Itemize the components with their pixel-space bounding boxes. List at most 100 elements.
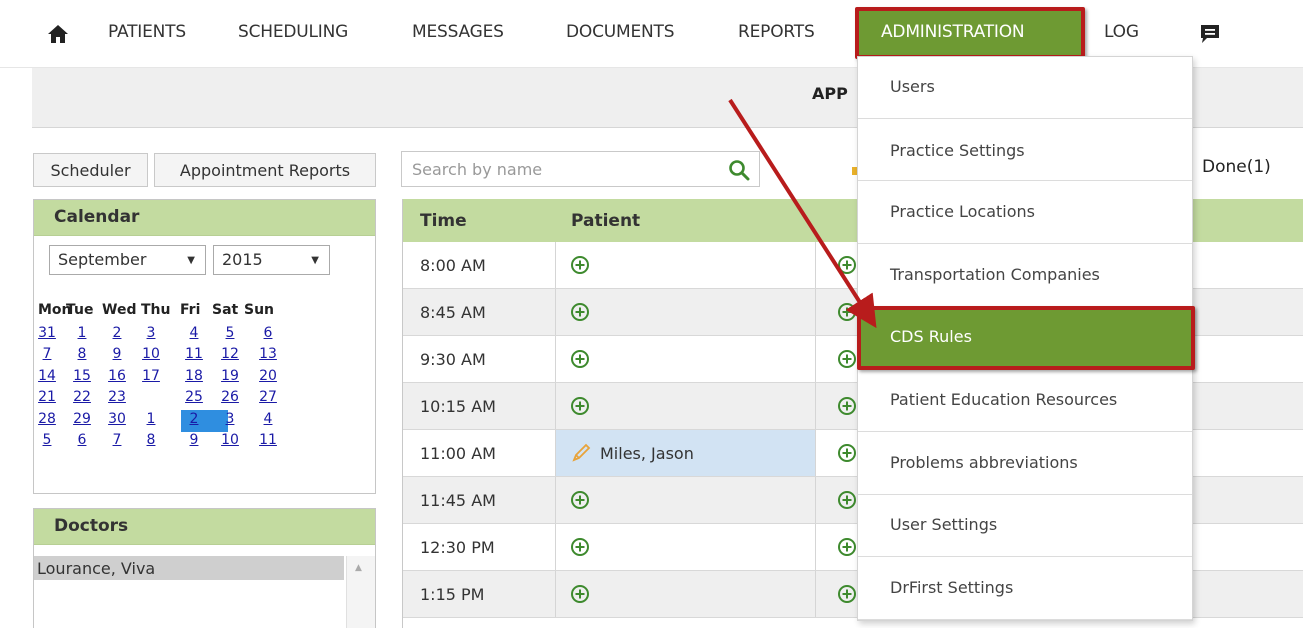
- nav-reports[interactable]: REPORTS: [738, 22, 815, 42]
- calendar-weekday: Sun: [244, 302, 275, 318]
- calendar-day[interactable]: 1: [138, 411, 164, 427]
- calendar-day[interactable]: 7: [104, 432, 130, 448]
- calendar-day[interactable]: 11: [255, 432, 281, 448]
- add-appointment-icon[interactable]: [570, 302, 590, 322]
- pencil-icon[interactable]: [570, 442, 592, 464]
- add-appointment-icon[interactable]: [837, 396, 857, 416]
- calendar-day[interactable]: 3: [217, 411, 243, 427]
- menu-item-drfirst-settings[interactable]: DrFirst Settings: [858, 558, 1192, 620]
- calendar-day[interactable]: 15: [69, 368, 95, 384]
- appointment-time: 12:30 PM: [420, 538, 495, 557]
- calendar-day[interactable]: 24: [138, 389, 164, 405]
- add-appointment-icon[interactable]: [570, 584, 590, 604]
- add-appointment-icon[interactable]: [570, 537, 590, 557]
- add-appointment-icon[interactable]: [570, 349, 590, 369]
- calendar-day[interactable]: 22: [69, 389, 95, 405]
- home-icon[interactable]: [47, 24, 69, 44]
- appointment-time: 1:15 PM: [420, 585, 485, 604]
- calendar-day[interactable]: 23: [104, 389, 130, 405]
- nav-documents[interactable]: DOCUMENTS: [566, 22, 674, 42]
- calendar-day[interactable]: 11: [181, 346, 207, 362]
- calendar-day[interactable]: 25: [181, 389, 207, 405]
- menu-item-cds-rules[interactable]: CDS Rules: [857, 306, 1195, 370]
- calendar-day[interactable]: 31: [34, 325, 60, 341]
- chevron-down-icon: ▼: [187, 255, 195, 266]
- add-appointment-icon[interactable]: [570, 490, 590, 510]
- calendar-day[interactable]: 4: [255, 411, 281, 427]
- appointment-reports-button[interactable]: Appointment Reports: [154, 153, 376, 187]
- patient-cell[interactable]: [555, 383, 816, 429]
- add-appointment-icon[interactable]: [837, 584, 857, 604]
- patient-cell[interactable]: [555, 571, 816, 617]
- calendar-day[interactable]: 16: [104, 368, 130, 384]
- nav-administration[interactable]: ADMINISTRATION: [855, 7, 1085, 59]
- add-appointment-icon[interactable]: [837, 537, 857, 557]
- calendar-weekday: Wed: [102, 302, 137, 318]
- menu-item-problems-abbreviations[interactable]: Problems abbreviations: [858, 433, 1192, 495]
- add-appointment-icon[interactable]: [837, 349, 857, 369]
- calendar-day[interactable]: 8: [69, 346, 95, 362]
- patient-cell[interactable]: [555, 524, 816, 570]
- menu-item-patient-education-resources[interactable]: Patient Education Resources: [858, 370, 1192, 432]
- calendar-day[interactable]: 20: [255, 368, 281, 384]
- calendar-day[interactable]: 17: [138, 368, 164, 384]
- patient-name[interactable]: Miles, Jason: [600, 444, 694, 463]
- done-count[interactable]: Done(1): [1202, 157, 1271, 177]
- calendar-day[interactable]: 21: [34, 389, 60, 405]
- calendar-day[interactable]: 6: [255, 325, 281, 341]
- doctor-list-item[interactable]: Lourance, Viva: [34, 556, 344, 580]
- menu-item-practice-settings[interactable]: Practice Settings: [858, 119, 1192, 181]
- calendar-day[interactable]: 12: [217, 346, 243, 362]
- patient-cell[interactable]: [555, 336, 816, 382]
- calendar-day[interactable]: 14: [34, 368, 60, 384]
- patient-cell[interactable]: Miles, Jason: [555, 430, 816, 476]
- menu-item-practice-locations[interactable]: Practice Locations: [858, 182, 1192, 244]
- calendar-day[interactable]: 30: [104, 411, 130, 427]
- add-appointment-icon[interactable]: [837, 443, 857, 463]
- appointment-time: 11:45 AM: [420, 491, 496, 510]
- appointment-time: 8:00 AM: [420, 256, 486, 275]
- appointment-time: 10:15 AM: [420, 397, 496, 416]
- menu-item-users[interactable]: Users: [858, 57, 1192, 119]
- scroll-up-icon[interactable]: ▲: [355, 563, 362, 573]
- year-select[interactable]: 2015 ▼: [213, 245, 330, 275]
- calendar-day[interactable]: 28: [34, 411, 60, 427]
- calendar-day[interactable]: 29: [69, 411, 95, 427]
- calendar-day[interactable]: 9: [104, 346, 130, 362]
- calendar-day[interactable]: 2: [181, 411, 207, 427]
- calendar-day[interactable]: 9: [181, 432, 207, 448]
- calendar-day[interactable]: 1: [69, 325, 95, 341]
- nav-patients[interactable]: PATIENTS: [108, 22, 186, 42]
- calendar-day[interactable]: 27: [255, 389, 281, 405]
- nav-scheduling[interactable]: SCHEDULING: [238, 22, 348, 42]
- calendar-day[interactable]: 8: [138, 432, 164, 448]
- calendar-day[interactable]: 10: [138, 346, 164, 362]
- menu-item-transportation-companies[interactable]: Transportation Companies: [858, 245, 1192, 307]
- add-appointment-icon[interactable]: [570, 255, 590, 275]
- patient-cell[interactable]: [555, 477, 816, 523]
- add-appointment-icon[interactable]: [570, 396, 590, 416]
- calendar-day[interactable]: 7: [34, 346, 60, 362]
- calendar-day[interactable]: 10: [217, 432, 243, 448]
- menu-item-user-settings[interactable]: User Settings: [858, 495, 1192, 557]
- calendar-day[interactable]: 26: [217, 389, 243, 405]
- add-appointment-icon[interactable]: [837, 490, 857, 510]
- calendar-day[interactable]: 4: [181, 325, 207, 341]
- menu-item-label: DrFirst Settings: [890, 578, 1014, 597]
- calendar-day[interactable]: 3: [138, 325, 164, 341]
- calendar-day[interactable]: 5: [217, 325, 243, 341]
- calendar-day[interactable]: 6: [69, 432, 95, 448]
- nav-messages[interactable]: MESSAGES: [412, 22, 504, 42]
- calendar-day[interactable]: 13: [255, 346, 281, 362]
- chat-icon[interactable]: [1199, 24, 1221, 44]
- nav-log[interactable]: LOG: [1104, 22, 1139, 42]
- calendar-day[interactable]: 5: [34, 432, 60, 448]
- month-select[interactable]: September ▼: [49, 245, 206, 275]
- scheduler-button[interactable]: Scheduler: [33, 153, 148, 187]
- menu-item-label: Problems abbreviations: [890, 453, 1078, 472]
- search-input[interactable]: [402, 152, 712, 186]
- administration-dropdown-menu: Users Practice Settings Practice Locations…: [857, 56, 1195, 621]
- calendar-day[interactable]: 18: [181, 368, 207, 384]
- calendar-day[interactable]: 2: [104, 325, 130, 341]
- calendar-day[interactable]: 19: [217, 368, 243, 384]
